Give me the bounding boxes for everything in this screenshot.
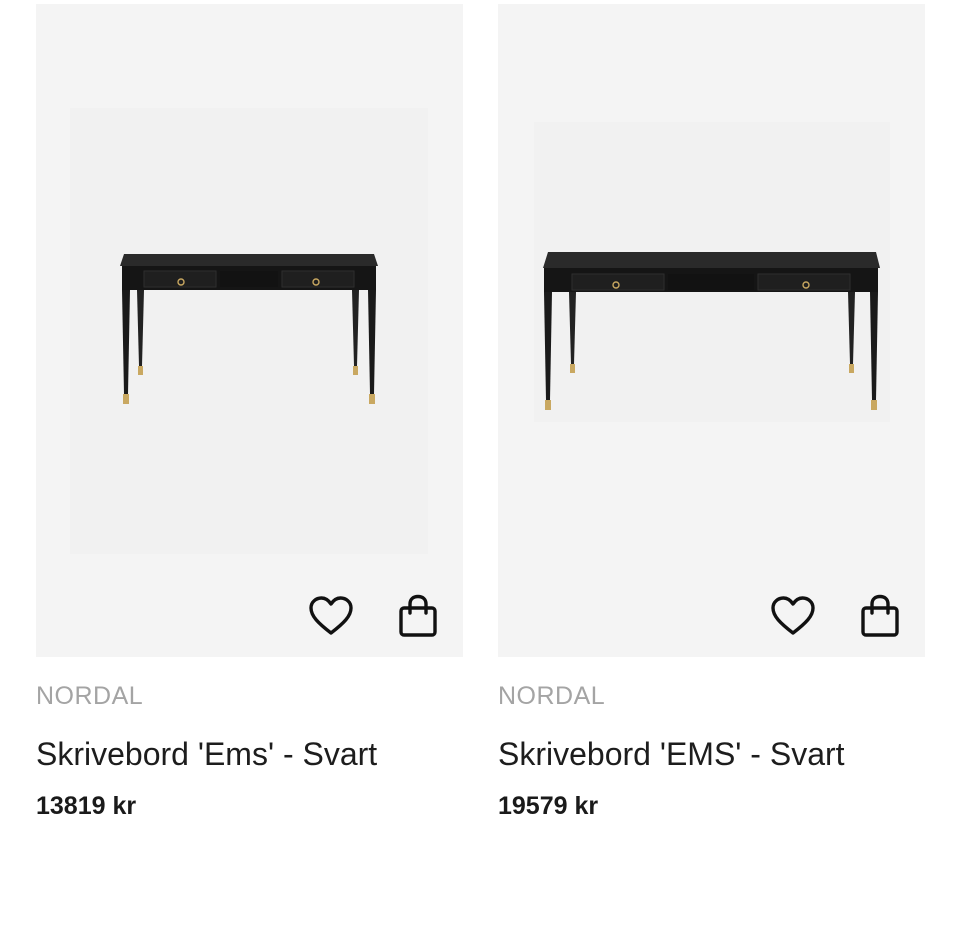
product-card[interactable]: NORDAL Skrivebord 'Ems' - Svart 13819 kr	[36, 4, 463, 821]
product-image[interactable]	[36, 4, 463, 657]
desk-image	[120, 254, 378, 404]
product-brand: NORDAL	[36, 682, 144, 710]
add-to-cart-button[interactable]	[394, 592, 442, 640]
product-price: 13819 kr	[36, 792, 137, 820]
heart-icon	[771, 596, 815, 635]
product-brand: NORDAL	[498, 682, 606, 710]
product-card[interactable]: NORDAL Skrivebord 'EMS' - Svart 19579 kr	[498, 4, 925, 821]
product-price: 19579 kr	[498, 792, 599, 820]
product-image[interactable]	[498, 4, 925, 657]
product-title[interactable]: Skrivebord 'EMS' - Svart	[498, 735, 925, 773]
heart-icon	[309, 596, 353, 635]
product-title[interactable]: Skrivebord 'Ems' - Svart	[36, 735, 463, 773]
favorite-button[interactable]	[769, 592, 817, 640]
favorite-button[interactable]	[307, 592, 355, 640]
shopping-bag-icon	[861, 594, 899, 637]
desk-image	[543, 252, 880, 410]
shopping-bag-icon	[399, 594, 437, 637]
add-to-cart-button[interactable]	[856, 592, 904, 640]
